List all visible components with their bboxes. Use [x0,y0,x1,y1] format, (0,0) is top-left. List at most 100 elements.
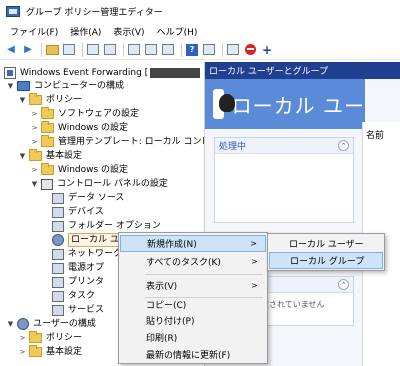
chevron-down-icon[interactable]: ▼ [18,96,27,104]
tree-control-panel[interactable]: ▼ コントロール パネルの設定 [30,177,168,191]
chevron-right-icon: > [251,281,258,290]
details-banner: ローカル ユー [205,79,365,129]
up-folder-icon[interactable] [45,43,59,57]
power-icon [52,262,64,274]
tree-data-sources[interactable]: データ ソース [52,191,124,205]
paste-icon[interactable] [103,43,117,57]
new-item-icon[interactable] [226,43,240,57]
menu-item-print[interactable]: 印刷(R) [120,329,266,346]
chevron-right-icon[interactable]: > [30,124,39,132]
tree-admin-templates[interactable]: > 管理用テンプレート: ローカル コンピュー [30,135,204,149]
menu-help[interactable]: ヘルプ(H) [151,25,204,38]
submenu-item-local-group[interactable]: ローカル グループ [269,252,383,269]
add-icon[interactable]: + [260,43,274,57]
details-header: ローカル ユーザーとグループ [205,62,400,79]
chevron-right-icon[interactable]: > [18,334,27,342]
menu-view[interactable]: 表示(V) [107,25,150,38]
users-icon [52,234,64,246]
users-icon [213,89,235,119]
redacted-name [150,68,201,78]
new-submenu: ローカル ユーザー ローカル グループ [267,233,385,271]
menu-action[interactable]: 操作(A) [64,25,107,38]
chevron-right-icon[interactable]: > [30,110,39,118]
menu-item-paste[interactable]: 貼り付け(P) [120,312,266,329]
column-name[interactable]: 名前 [366,128,384,141]
toolbar-separator [123,42,124,57]
app-icon [6,5,20,17]
folder-icon [41,135,54,147]
device-icon [52,206,64,218]
network-icon [52,248,64,260]
show-hide-tree-icon[interactable] [62,43,76,57]
chevron-down-icon[interactable]: ▼ [30,180,39,188]
help-icon[interactable]: ? [185,43,199,57]
menu-item-view[interactable]: 表示(V) > [120,277,266,294]
tree-services[interactable]: サービス [52,303,104,317]
control-panel-icon [41,178,53,190]
collapse-icon[interactable]: ⌃ [338,140,349,151]
tree-tasks[interactable]: タスク [52,289,95,303]
chevron-down-icon[interactable]: ▼ [6,320,15,328]
chevron-right-icon[interactable]: > [18,348,27,356]
tree-software-settings[interactable]: > ソフトウェアの設定 [30,107,139,121]
chevron-right-icon: > [251,257,258,266]
tree-user-policies[interactable]: > ポリシー [18,331,82,345]
copy-icon[interactable] [86,43,100,57]
tree-folder-options[interactable]: フォルダー オプション [52,219,161,233]
tree-power[interactable]: 電源オプ [52,261,104,275]
folder-icon [41,163,54,175]
folder-icon [29,93,42,105]
printer-icon [52,276,64,288]
properties-icon[interactable] [202,43,216,57]
tree-devices[interactable]: デバイス [52,205,104,219]
services-icon [52,304,64,316]
export-icon[interactable] [161,43,175,57]
toolbar-separator [222,42,223,57]
folder-icon [41,121,54,133]
menu-file[interactable]: ファイル(F) [4,25,64,38]
chevron-right-icon: > [250,239,257,248]
toolbar: ◀ ▶ ? + [0,40,400,60]
menu-item-all-tasks[interactable]: すべてのタスク(K) > [120,253,266,270]
menu-item-refresh[interactable]: 最新の情報に更新(F) [120,346,266,363]
menu-bar: ファイル(F) 操作(A) 表示(V) ヘルプ(H) [0,22,400,40]
tree-preferences[interactable]: ▼ 基本設定 [18,149,82,163]
tree-user-preferences[interactable]: > 基本設定 [18,345,82,359]
tree-root[interactable]: Windows Event Forwarding [ [4,66,201,80]
window-title: グループ ポリシー管理エディター [26,7,163,18]
tree-network[interactable]: ネットワーク [52,247,122,261]
data-source-icon [52,192,64,204]
tree-pref-windows-settings[interactable]: > Windows の設定 [30,163,128,177]
folder-options-icon [52,220,64,232]
tree-windows-settings[interactable]: > Windows の設定 [30,121,128,135]
folder-icon [29,331,42,343]
menu-item-copy[interactable]: コピー(C) [120,296,266,313]
tree-computer-config[interactable]: ▼ コンピューターの構成 [6,79,124,93]
refresh-icon[interactable] [144,43,158,57]
forward-icon[interactable]: ▶ [21,43,35,57]
tree-user-config[interactable]: ▼ ユーザーの構成 [6,317,96,331]
tree-printers[interactable]: プリンタ [52,275,104,289]
chevron-down-icon[interactable]: ▼ [18,152,27,160]
toolbar-separator [82,42,83,57]
menu-item-new[interactable]: 新規作成(N) > [120,235,266,252]
toolbar-separator [181,42,182,57]
delete-icon[interactable] [243,43,257,57]
collapse-icon[interactable]: ⌃ [338,279,349,290]
back-icon[interactable]: ◀ [4,43,18,57]
menu-separator [145,274,263,275]
submenu-item-local-user[interactable]: ローカル ユーザー [269,235,383,252]
processing-panel-header: 処理中 ⌃ [215,138,353,154]
toolbar-separator [41,42,42,57]
chevron-right-icon[interactable]: > [30,166,39,174]
context-menu: 新規作成(N) > すべてのタスク(K) > 表示(V) > コピー(C) 貼り… [118,232,268,364]
chevron-right-icon[interactable]: > [30,138,39,146]
title-bar: グループ ポリシー管理エディター [0,0,400,22]
chevron-down-icon[interactable]: ▼ [6,82,15,90]
folder-icon [29,345,42,357]
folder-icon [41,107,54,119]
tree-policies[interactable]: ▼ ポリシー [18,93,82,107]
processing-panel: 処理中 ⌃ [214,137,354,223]
task-icon [52,290,64,302]
print-icon[interactable] [127,43,141,57]
